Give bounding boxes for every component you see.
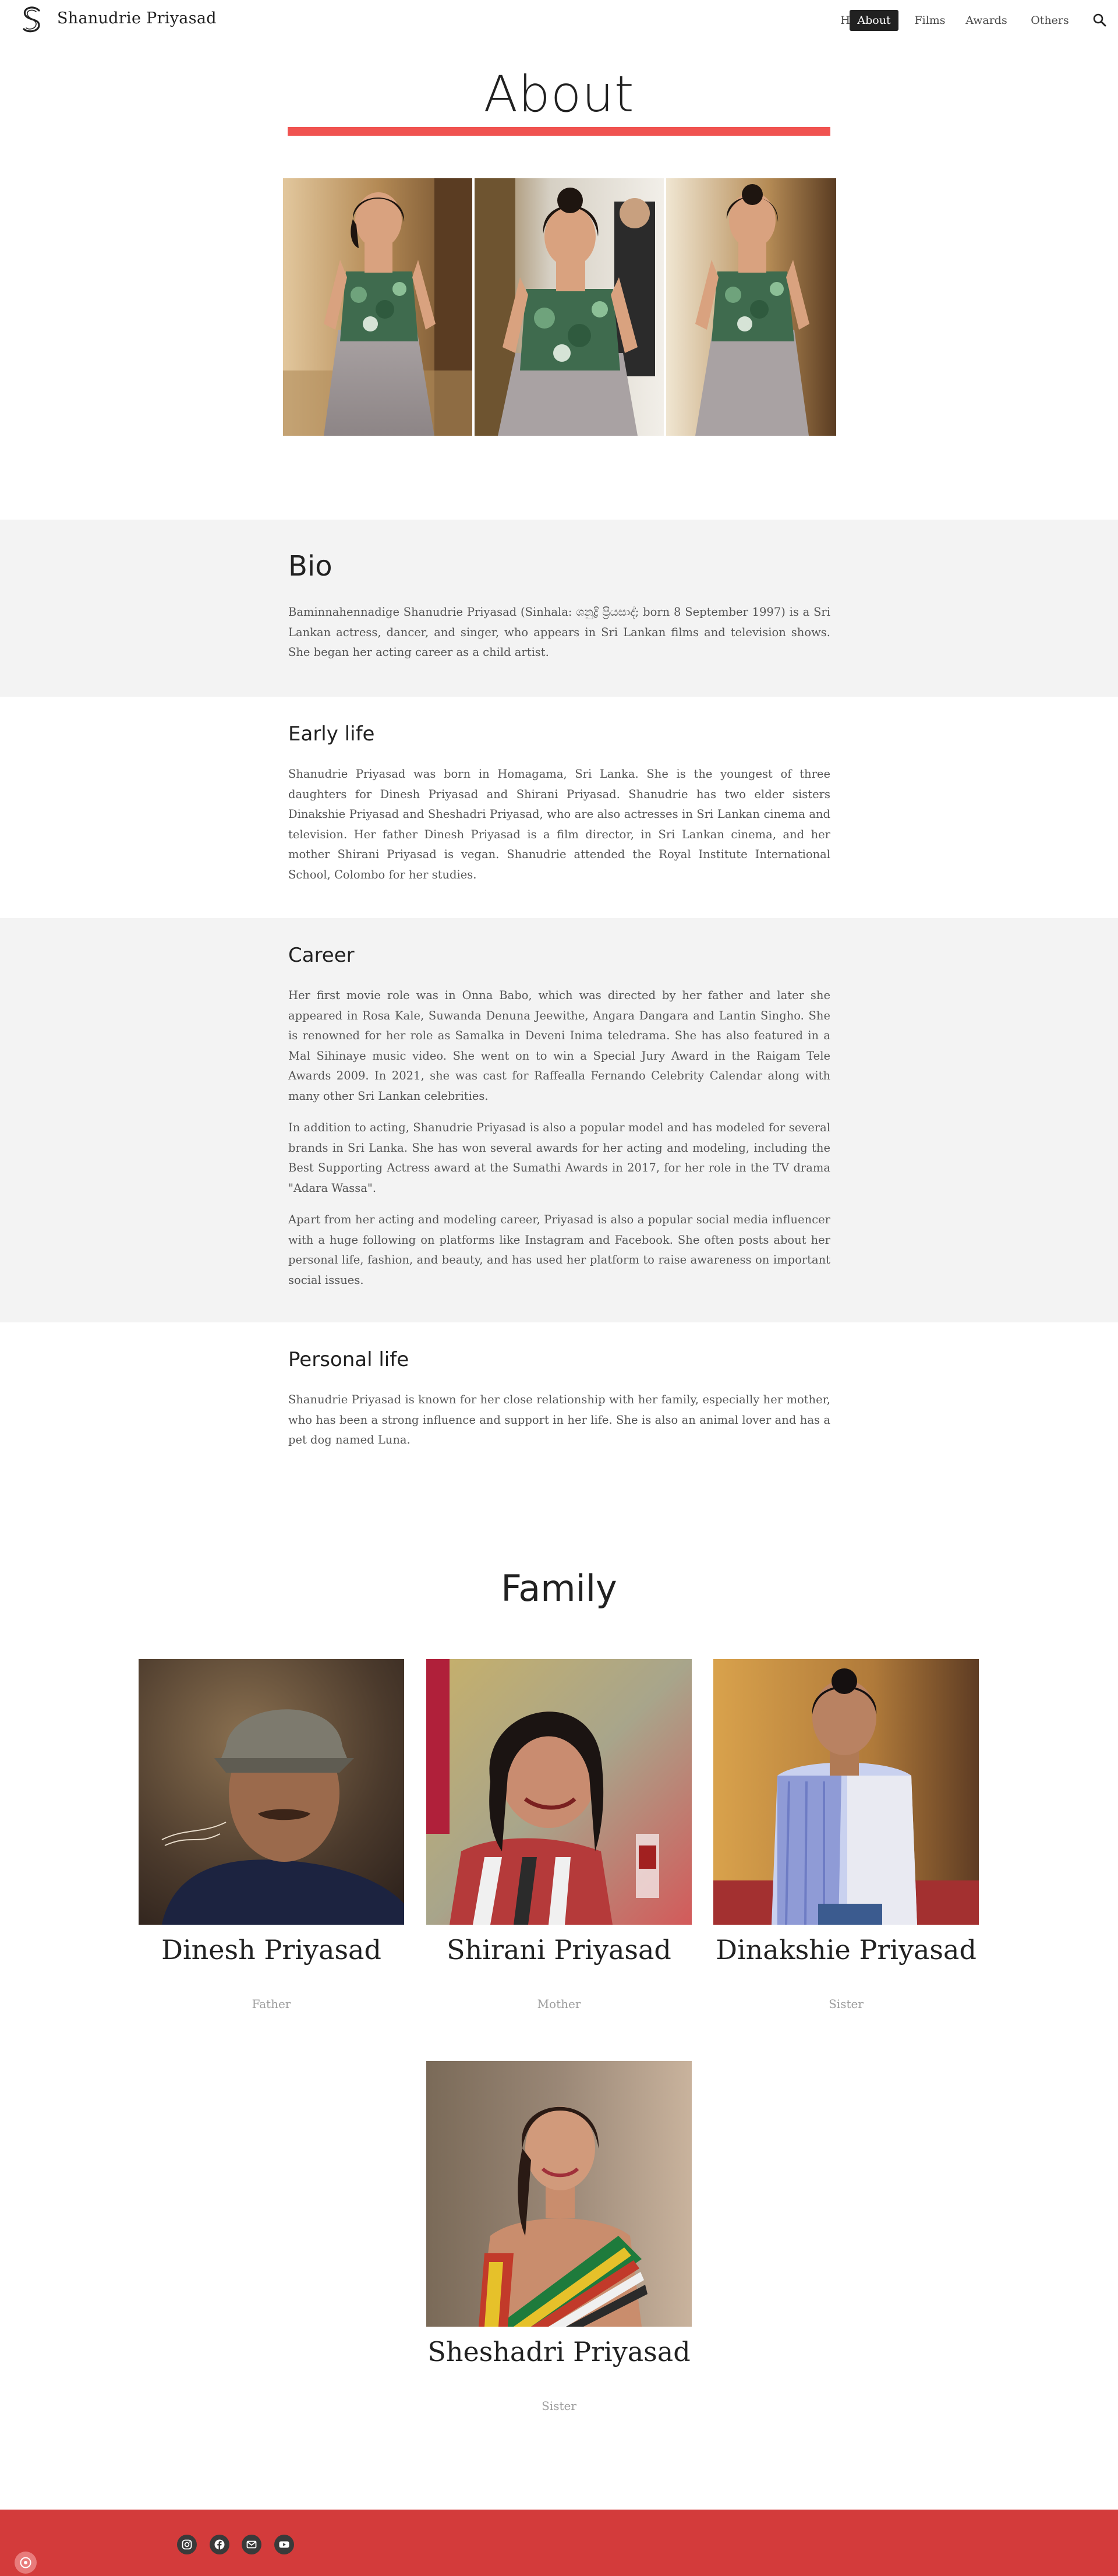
search-icon[interactable] [1091, 12, 1109, 29]
bio-paragraph: Baminnahennadige Shanudrie Priyasad (Sin… [288, 605, 830, 659]
family-member-name: Sheshadri Priyasad [427, 2336, 691, 2367]
instagram-icon[interactable] [177, 2535, 197, 2554]
family-member-relation: Sister [542, 2399, 576, 2413]
bio-section: Bio Baminnahennadige Shanudrie Priyasad … [0, 520, 1118, 697]
personal-life-section: Personal life Shanudrie Priyasad is know… [0, 1322, 1118, 1497]
site-footer [0, 2510, 1118, 2576]
family-heading: Family [501, 1567, 617, 1610]
family-member-card: Dinesh Priyasad Father [129, 1659, 414, 2020]
youtube-icon[interactable] [274, 2535, 294, 2554]
hero-photo-left [283, 178, 472, 436]
family-member-relation: Sister [829, 1997, 864, 2011]
early-life-heading: Early life [288, 722, 375, 746]
title-underline [288, 127, 830, 136]
site-title[interactable]: Shanudrie Priyasad [57, 9, 217, 27]
nav-others[interactable]: Others [1024, 10, 1076, 31]
early-life-paragraph: Shanudrie Priyasad was born in Homagama,… [288, 767, 830, 881]
personal-life-heading: Personal life [288, 1348, 409, 1371]
career-heading: Career [288, 944, 355, 967]
personal-life-paragraph: Shanudrie Priyasad is known for her clos… [288, 1393, 830, 1446]
family-member-photo [426, 1659, 692, 1925]
top-navigation-bar: Shanudrie Priyasad Home About Films Awar… [0, 0, 1118, 41]
career-paragraph-3: Apart from her acting and modeling caree… [288, 1213, 830, 1287]
family-member-card: Shirani Priyasad Mother [416, 1659, 702, 2020]
family-member-photo [426, 2061, 692, 2327]
career-paragraph-2: In addition to acting, Shanudrie Priyasa… [288, 1121, 830, 1195]
email-icon[interactable] [242, 2535, 261, 2554]
career-paragraph-1: Her first movie role was in Onna Babo, w… [288, 989, 830, 1103]
career-section: Career Her first movie role was in Onna … [0, 918, 1118, 1322]
facebook-icon[interactable] [210, 2535, 229, 2554]
bio-heading: Bio [288, 550, 332, 583]
family-member-name: Dinakshie Priyasad [716, 1934, 977, 1965]
family-member-relation: Mother [537, 1997, 581, 2011]
family-member-name: Shirani Priyasad [447, 1934, 671, 1965]
hero-photo-strip [283, 178, 836, 436]
family-member-relation: Father [252, 1997, 291, 2011]
family-member-name: Dinesh Priyasad [161, 1934, 381, 1965]
nav-films[interactable]: Films [910, 10, 950, 31]
hero-photo-center [475, 178, 664, 436]
family-member-photo [713, 1659, 979, 1925]
page-title: About [483, 65, 635, 123]
family-member-photo [139, 1659, 404, 1925]
family-member-card: Dinakshie Priyasad Sister [703, 1659, 989, 2020]
info-badge-icon[interactable] [15, 2552, 37, 2574]
nav-awards[interactable]: Awards [960, 10, 1013, 31]
nav-about[interactable]: About [850, 10, 898, 31]
family-member-card: Sheshadri Priyasad Sister [416, 2061, 702, 2422]
hero-photo-right [666, 178, 836, 436]
early-life-section: Early life Shanudrie Priyasad was born i… [0, 697, 1118, 918]
site-logo-icon[interactable] [17, 5, 47, 34]
